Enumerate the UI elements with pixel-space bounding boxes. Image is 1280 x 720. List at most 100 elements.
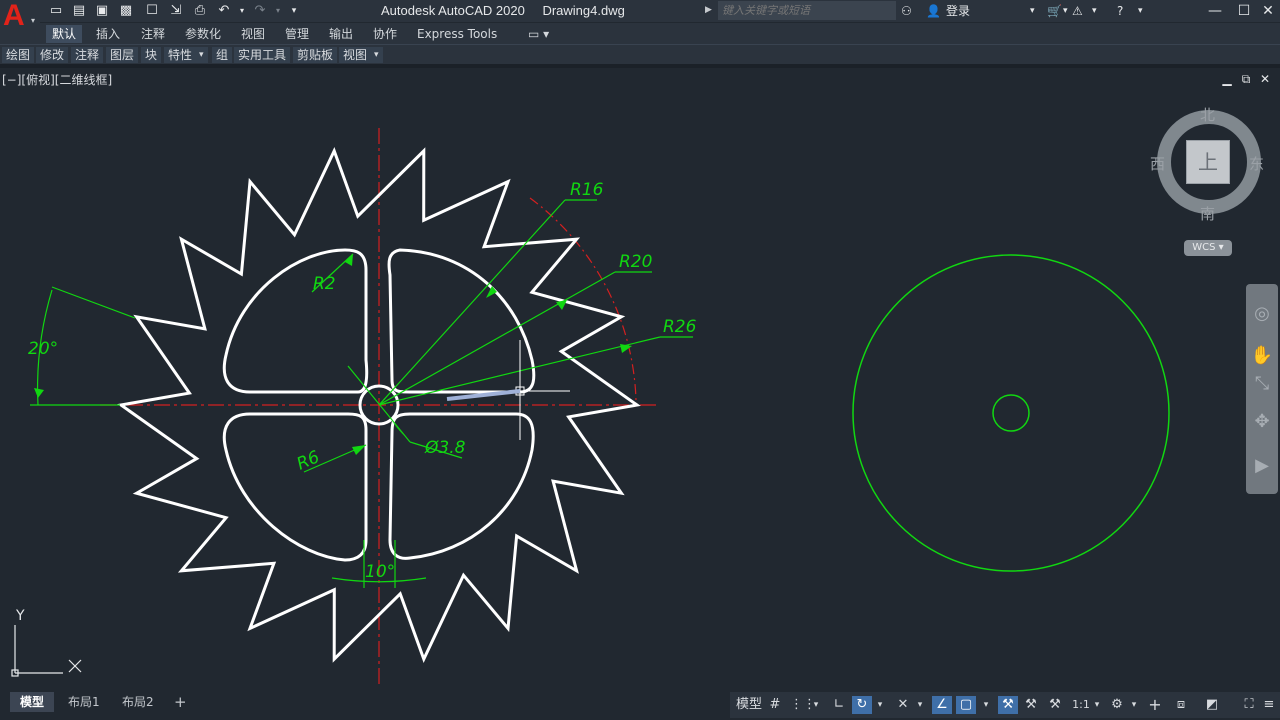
dim-r26: R26 [663, 317, 697, 337]
viewport-restore-icon[interactable]: ⧉ [1239, 72, 1253, 86]
panel-view-dropdown-icon[interactable]: ▾ [370, 47, 383, 63]
new-file-icon[interactable]: ▭ [48, 3, 64, 19]
tab-layout1[interactable]: 布局1 [58, 692, 110, 712]
panel-layers[interactable]: 图层 [106, 47, 139, 63]
compass-south[interactable]: 南 [1200, 206, 1215, 222]
tab-express-tools[interactable]: Express Tools [411, 25, 503, 43]
panel-block[interactable]: 块 [141, 47, 162, 63]
help-icon[interactable]: ? [1117, 3, 1123, 19]
showmotion-icon[interactable]: ▶ [1250, 454, 1274, 478]
customization-icon[interactable]: ≡ [1260, 696, 1278, 714]
ortho-icon[interactable]: ∟ [830, 696, 848, 714]
tab-layout2[interactable]: 布局2 [112, 692, 164, 712]
connect-icon[interactable]: ⚠ [1072, 3, 1083, 19]
status-model-space[interactable]: 模型 [734, 696, 764, 714]
workspace-dropdown-icon[interactable]: ▾ [1128, 696, 1140, 714]
compass-north[interactable]: 北 [1200, 107, 1215, 123]
tab-default[interactable]: 默认 [46, 25, 83, 43]
wcs-menu-button[interactable]: WCS ▾ [1184, 240, 1232, 256]
panel-clipboard[interactable]: 剪贴板 [293, 47, 338, 63]
annotation-visibility-icon[interactable]: ⚒ [998, 696, 1018, 714]
panel-properties[interactable]: 特性 [164, 47, 197, 63]
wcs-label: WCS [1192, 242, 1216, 253]
customize-toolbar-icon[interactable]: ▾ [286, 3, 302, 19]
close-icon[interactable]: ✕ [1259, 2, 1277, 20]
minimize-icon[interactable]: — [1206, 2, 1224, 20]
workspace-gear-icon[interactable]: ⚙ [1108, 696, 1126, 714]
panel-groups[interactable]: 组 [212, 47, 233, 63]
export-icon[interactable]: ⇲ [168, 3, 184, 19]
zoom-extents-icon[interactable]: ⤡ [1250, 372, 1274, 396]
help-dropdown-icon[interactable]: ▾ [1138, 3, 1143, 19]
search-input[interactable] [718, 1, 896, 20]
viewcube-top-face[interactable]: 上 [1186, 140, 1230, 184]
isodraft-icon[interactable]: ✕ [894, 696, 912, 714]
grid-icon[interactable]: # [766, 696, 784, 714]
steering-wheel-icon[interactable]: ◎ [1250, 302, 1274, 326]
tab-view[interactable]: 视图 [235, 25, 271, 43]
panel-properties-dropdown-icon[interactable]: ▾ [195, 47, 208, 63]
annotation-scale-value[interactable]: 1:1 [1070, 696, 1092, 714]
maximize-icon[interactable]: ☐ [1235, 2, 1253, 20]
undo-icon[interactable]: ↶ [216, 3, 232, 19]
tab-model[interactable]: 模型 [10, 692, 55, 712]
snap-dropdown-icon[interactable]: ▾ [810, 696, 822, 714]
viewport-minimize-icon[interactable]: ▁ [1220, 72, 1234, 86]
window-title: Autodesk AutoCAD 2020 Drawing4.dwg [381, 3, 639, 18]
undo-dropdown-icon[interactable]: ▾ [234, 3, 250, 19]
viewport-close-icon[interactable]: ✕ [1258, 72, 1272, 86]
search-expand-icon[interactable]: ▶ [705, 5, 712, 15]
compass-east[interactable]: 东 [1249, 156, 1264, 172]
pan-hand-icon[interactable]: ✋ [1250, 344, 1274, 368]
isodraft-dropdown-icon[interactable]: ▾ [914, 696, 926, 714]
print-icon[interactable]: ⎙ [192, 3, 208, 19]
tab-output[interactable]: 输出 [323, 25, 359, 43]
annotation-scale-icon[interactable]: ⚒ [1046, 696, 1064, 714]
tab-collaborate[interactable]: 协作 [367, 25, 403, 43]
annotation-scale-dropdown-icon[interactable]: ▾ [1092, 696, 1102, 714]
cloud-save-icon[interactable]: ☐ [144, 3, 160, 19]
snap-icon[interactable]: ⋮⋮ [790, 696, 816, 714]
redo-icon[interactable]: ↷ [252, 3, 268, 19]
center-lines [100, 128, 658, 684]
layout-tabs: 模型 布局1 布局2 + [0, 690, 700, 712]
login-dropdown-icon[interactable]: ▾ [1030, 3, 1035, 19]
annotation-monitor-icon[interactable]: + [1146, 696, 1164, 714]
clean-screen-icon[interactable]: ⛶ [1240, 696, 1258, 714]
orbit-icon[interactable]: ✥ [1250, 410, 1274, 434]
polar-tracking-icon[interactable]: ↻ [852, 696, 872, 714]
object-snap-dropdown-icon[interactable]: ▾ [980, 696, 992, 714]
panel-utilities[interactable]: 实用工具 [234, 47, 291, 63]
panel-draw[interactable]: 绘图 [2, 47, 35, 63]
save-as-icon[interactable]: ▩ [118, 3, 134, 19]
tab-annotate[interactable]: 注释 [135, 25, 171, 43]
panel-annotation[interactable]: 注释 [71, 47, 104, 63]
object-snap-tracking-icon[interactable]: ∠ [932, 696, 952, 714]
redo-dropdown-icon[interactable]: ▾ [270, 3, 286, 19]
tab-insert[interactable]: 插入 [90, 25, 126, 43]
object-snap-icon[interactable]: ▢ [956, 696, 976, 714]
open-folder-icon[interactable]: ▤ [71, 3, 87, 19]
compass-west[interactable]: 西 [1150, 156, 1165, 172]
add-layout-icon[interactable]: + [164, 692, 197, 712]
units-icon[interactable]: ⧈ [1172, 696, 1190, 714]
login-label[interactable]: 登录 [946, 3, 970, 19]
ribbon-display-toggle-icon[interactable]: ▭ ▾ [522, 25, 555, 43]
dim-angle-10: 10° [365, 562, 395, 582]
save-icon[interactable]: ▣ [94, 3, 110, 19]
auto-scale-icon[interactable]: ⚒ [1022, 696, 1040, 714]
user-icon[interactable]: 👤 [926, 3, 941, 19]
application-menu-button[interactable]: A ▾ [0, 0, 40, 44]
tab-manage[interactable]: 管理 [279, 25, 315, 43]
share-icon[interactable]: ⚇ [901, 3, 912, 19]
panel-modify[interactable]: 修改 [36, 47, 69, 63]
viewport-controls-label[interactable]: [−][俯视][二维线框] [2, 71, 112, 88]
hardware-acceleration-icon[interactable]: ◩ [1202, 696, 1222, 714]
polar-dropdown-icon[interactable]: ▾ [874, 696, 886, 714]
cart-dropdown-icon[interactable]: ▾ [1063, 3, 1068, 19]
drawing-canvas[interactable]: R16 R20 R26 R2 R6 Ø3.8 20° 10° Y [0, 0, 1280, 720]
panel-view[interactable]: 视图 [339, 47, 372, 63]
tab-parametric[interactable]: 参数化 [179, 25, 227, 43]
connect-dropdown-icon[interactable]: ▾ [1092, 3, 1097, 19]
cart-icon[interactable]: 🛒 [1047, 3, 1062, 19]
